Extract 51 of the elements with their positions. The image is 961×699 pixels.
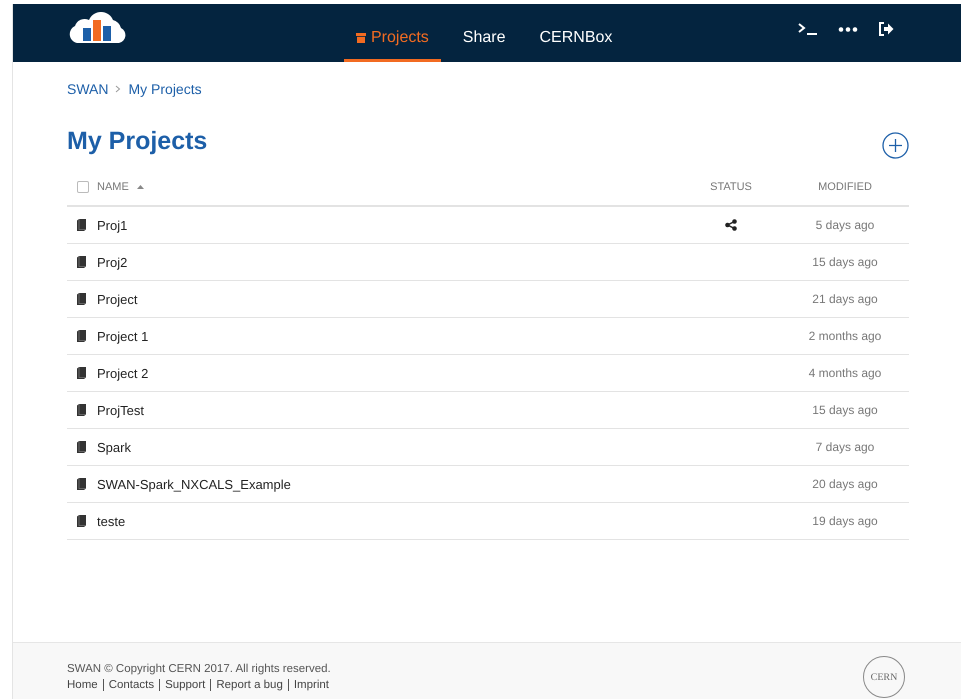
box-icon	[356, 32, 366, 42]
add-icon[interactable]	[882, 132, 909, 159]
book-icon	[77, 367, 86, 379]
project-name[interactable]: Spark	[97, 440, 131, 454]
checkbox[interactable]	[77, 181, 89, 193]
book-icon	[77, 478, 86, 490]
modified-date: 21 days ago	[812, 292, 878, 306]
modified-date: 4 months ago	[808, 366, 882, 380]
column-header[interactable]: NAME	[97, 181, 129, 193]
modified-date: 5 days ago	[816, 218, 874, 232]
project-name[interactable]: Proj1	[97, 218, 128, 232]
nav-tab[interactable]: Share	[450, 4, 518, 62]
project-name[interactable]: Project 2	[97, 366, 148, 380]
book-icon	[77, 293, 86, 305]
book-icon	[77, 441, 86, 453]
modified-date: 15 days ago	[812, 403, 878, 417]
project-name[interactable]: SWAN-Spark_NXCALS_Example	[97, 476, 291, 492]
terminal-icon[interactable]	[798, 23, 818, 35]
footer-link[interactable]: Support	[159, 679, 210, 691]
breadcrumb-link[interactable]: SWAN	[67, 81, 108, 97]
project-name[interactable]: teste	[97, 514, 126, 528]
modified-date: 15 days ago	[812, 255, 878, 269]
project-name[interactable]: ProjTest	[97, 402, 144, 418]
book-icon	[77, 404, 86, 416]
page-title: My Projects	[67, 127, 208, 156]
nav-tab[interactable]: Projects	[344, 4, 441, 62]
cern-logo: CERN	[863, 656, 905, 698]
book-icon	[77, 256, 86, 268]
project-name[interactable]: Proj2	[97, 254, 128, 270]
nav-tab[interactable]: CERNBox	[528, 4, 624, 62]
footer-link[interactable]: Report a bug	[210, 679, 288, 691]
more-icon[interactable]	[838, 26, 858, 32]
column-header[interactable]: MODIFIED	[818, 181, 872, 193]
footer-link[interactable]: Contacts	[102, 679, 160, 691]
modified-date: 7 days ago	[816, 440, 874, 454]
book-icon	[77, 515, 86, 527]
project-name[interactable]: Project 1	[97, 328, 148, 344]
modified-date: 2 months ago	[808, 329, 882, 343]
sort-up-icon[interactable]	[136, 185, 144, 189]
column-header[interactable]: STATUS	[710, 181, 752, 193]
sign-out-icon[interactable]	[878, 22, 894, 36]
copyright-text: SWAN © Copyright CERN 2017. All rights reserved.	[67, 663, 332, 675]
breadcrumb-link[interactable]: My Projects	[128, 81, 202, 97]
footer-link[interactable]: Imprint	[288, 679, 334, 691]
modified-date: 19 days ago	[812, 514, 878, 528]
chevron-icon	[115, 85, 122, 93]
modified-date: 20 days ago	[812, 477, 878, 491]
book-icon	[77, 219, 86, 231]
footer-link[interactable]: Home	[67, 679, 103, 691]
project-name[interactable]: Project	[97, 292, 138, 306]
book-icon	[77, 330, 86, 342]
